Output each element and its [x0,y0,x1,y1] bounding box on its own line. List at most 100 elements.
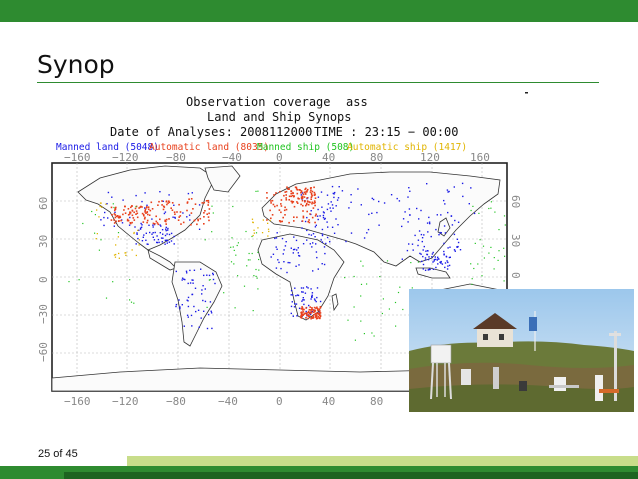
station-marker [252,221,254,223]
station-marker [313,200,316,202]
station-marker [316,296,318,299]
station-marker [189,219,191,221]
station-marker [479,239,481,241]
station-marker [418,218,420,220]
station-marker [285,199,288,201]
station-marker [118,257,120,259]
station-marker [167,229,169,231]
figure-subheading: Land and Ship Synops [207,110,352,124]
station-marker [320,239,322,241]
station-marker [159,218,161,221]
station-marker [303,299,305,301]
station-marker [416,207,418,210]
station-marker [295,303,298,305]
station-marker [135,254,137,257]
station-marker [305,317,307,319]
station-marker [113,213,116,215]
station-marker [336,199,339,201]
station-marker [497,259,499,261]
station-marker [341,190,344,192]
station-marker [440,261,442,263]
bottom-lon-tick: −80 [166,395,186,408]
station-marker [272,203,275,206]
station-marker [315,224,317,226]
station-marker [306,216,308,219]
station-marker [498,229,500,231]
station-marker [154,223,156,225]
station-marker [113,222,116,224]
station-marker [164,239,167,242]
station-marker [186,272,188,274]
station-marker [317,317,319,319]
station-marker [310,311,313,314]
station-marker [401,258,403,260]
station-marker [446,189,449,191]
station-marker [498,250,500,252]
station-marker [137,229,139,231]
station-marker [297,197,299,200]
station-marker [311,246,313,248]
station-marker [302,210,304,212]
station-marker [140,222,142,225]
station-marker [209,301,212,303]
station-marker [269,209,271,212]
station-marker [419,252,421,255]
station-marker [371,212,373,214]
station-marker [448,190,450,193]
station-marker [181,277,184,279]
station-marker [156,222,159,224]
station-marker [114,256,117,258]
station-marker [197,309,200,311]
station-marker [152,232,154,234]
station-marker [142,236,144,238]
station-marker [206,327,209,330]
station-marker [291,194,294,197]
station-marker [310,310,313,313]
station-marker [271,214,274,216]
station-marker [417,239,420,241]
station-marker [397,291,400,294]
station-marker [310,189,312,191]
station-marker [302,287,305,289]
station-marker [431,256,433,258]
station-marker [461,182,464,185]
station-marker [414,234,416,237]
station-marker [309,213,311,215]
top-lon-tick: −40 [222,151,242,164]
station-marker [308,304,310,307]
station-marker [198,326,200,328]
station-marker [135,210,138,212]
station-marker [146,219,149,222]
station-marker [331,204,334,206]
station-marker [146,211,148,214]
station-marker [301,199,304,202]
station-marker [181,304,183,306]
station-marker [443,250,445,253]
station-marker [103,216,105,219]
station-marker [257,190,259,192]
station-marker [290,305,293,308]
station-marker [292,315,294,317]
station-marker [443,199,445,202]
station-marker [115,215,118,218]
station-marker [124,212,127,214]
station-marker [198,204,201,206]
station-marker [296,189,299,191]
station-marker [166,242,168,244]
station-marker [277,259,279,261]
station-marker [304,312,306,315]
station-marker [258,269,260,271]
station-marker [482,245,485,247]
station-marker [291,301,293,303]
station-marker [360,204,362,206]
station-marker [135,243,137,245]
bottom-lon-tick: 0 [276,395,283,408]
station-marker [302,216,305,219]
station-marker [98,216,100,218]
station-marker [313,306,316,309]
station-marker [402,308,404,311]
station-marker [168,241,171,243]
station-marker [178,203,180,206]
station-marker [344,277,346,279]
station-marker [234,307,236,309]
